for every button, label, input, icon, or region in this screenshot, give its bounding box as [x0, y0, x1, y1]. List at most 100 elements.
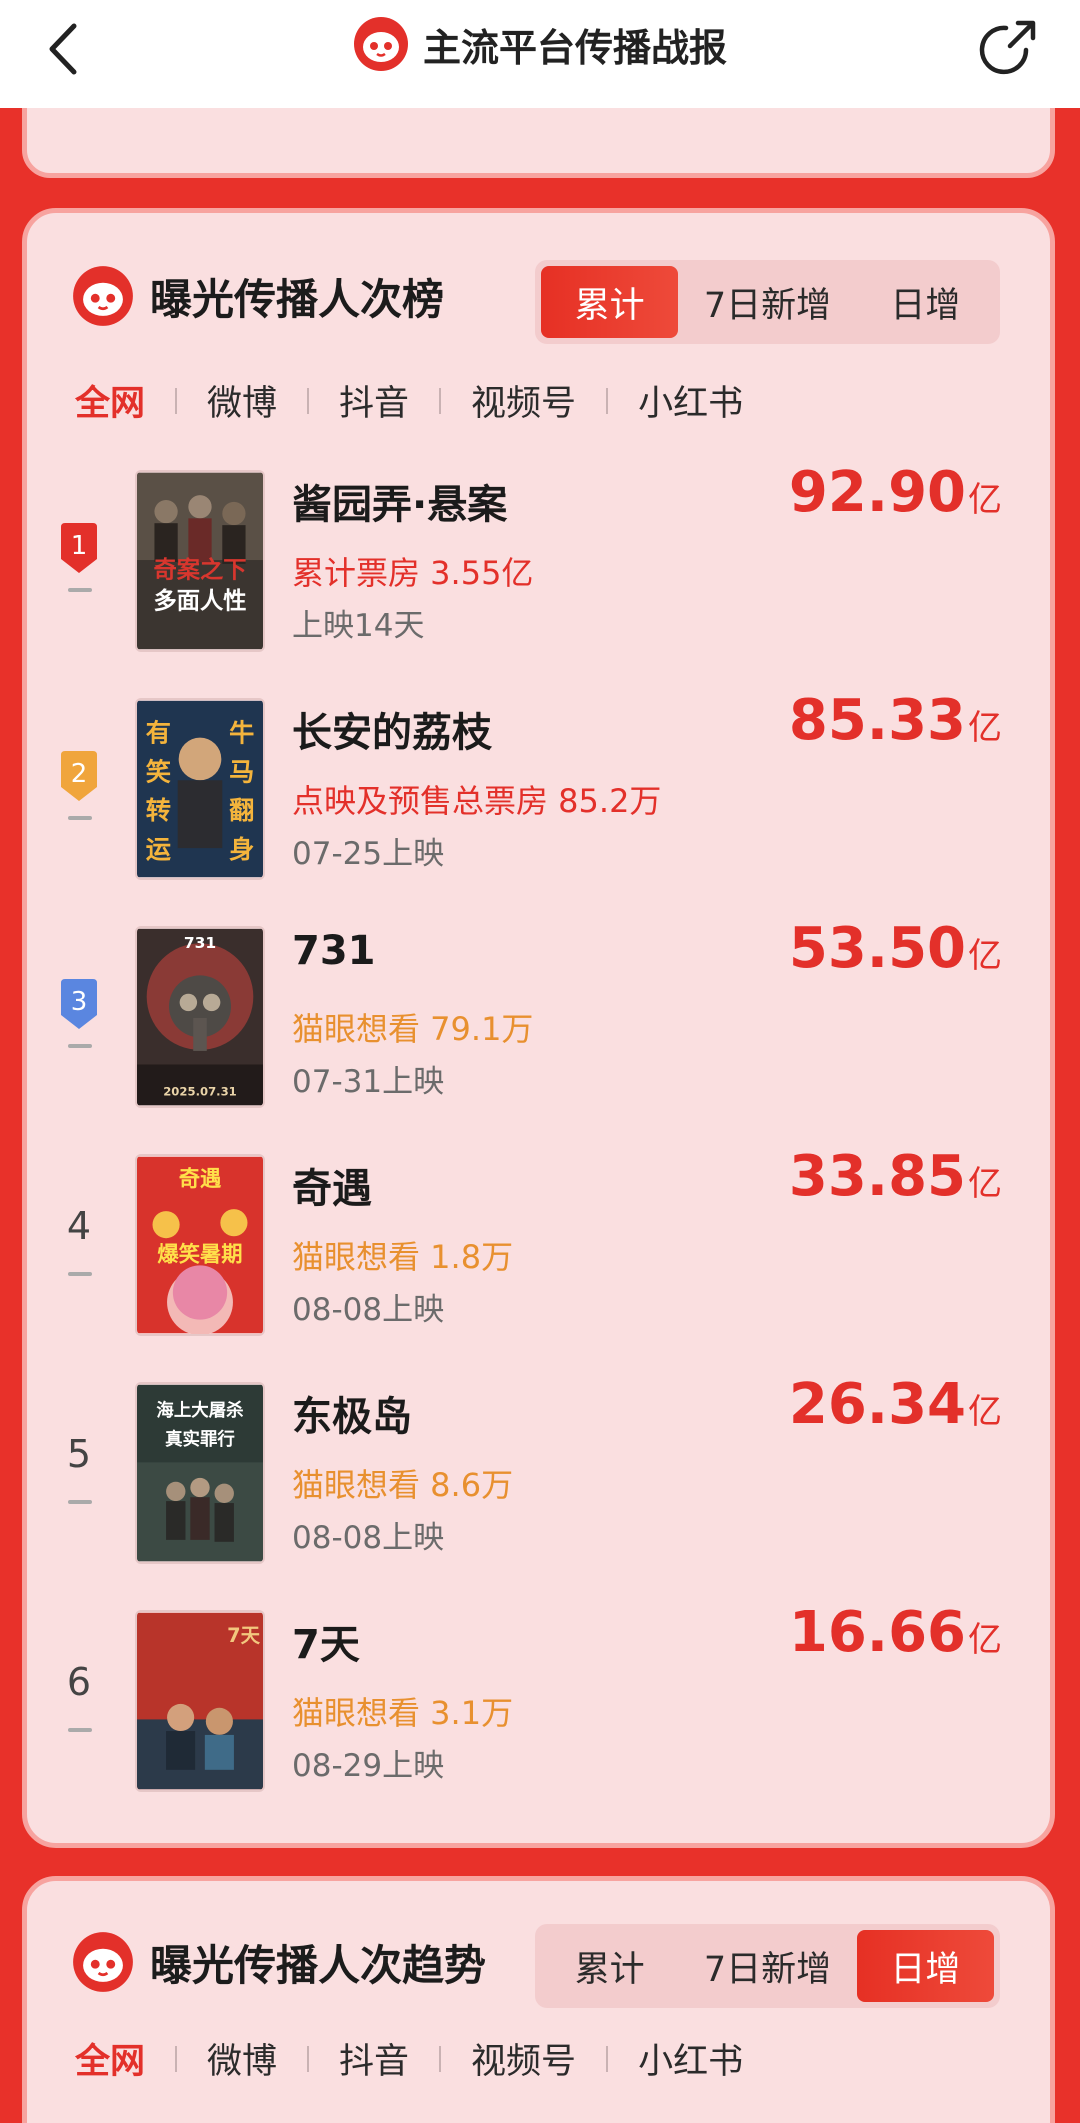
tab-weibo[interactable]: 微博	[207, 2033, 277, 2084]
divider	[439, 387, 442, 414]
rank-trend-dash	[68, 1272, 92, 1276]
ranking-row[interactable]: 5 海上大屠杀 真实罪行 东极岛 猫眼想看 8.6万 08-08上映 26.34…	[27, 1372, 1050, 1572]
exposure-number: 16.66	[788, 1600, 966, 1665]
movie-want-to-see: 猫眼想看 79.1万	[292, 1010, 534, 1048]
divider	[307, 387, 310, 414]
exposure-value: 26.34 亿	[789, 1372, 1002, 1437]
poster-text: 7天	[227, 1624, 260, 1647]
movie-release: 07-25上映	[292, 836, 445, 872]
movie-title: 奇遇	[292, 1166, 372, 1212]
movie-poster[interactable]: 奇案之下 多面人性	[135, 470, 265, 652]
tab-weibo[interactable]: 微博	[207, 375, 277, 426]
poster-text: 多面人性	[153, 587, 246, 614]
maoyan-logo-icon	[353, 17, 408, 71]
rank-trend-dash	[68, 1500, 92, 1504]
rank-number: 3	[71, 987, 88, 1017]
poster-text: 笑	[146, 757, 171, 786]
poster-text: 牛	[229, 719, 254, 748]
exposure-number: 85.33	[788, 688, 966, 753]
movie-release: 08-29上映	[292, 1748, 445, 1784]
segment-daily[interactable]: 日增	[857, 266, 994, 338]
exposure-value: 92.90 亿	[789, 460, 1002, 525]
tab-douyin[interactable]: 抖音	[339, 375, 409, 426]
rank-trend-dash	[68, 588, 92, 592]
divider	[439, 2045, 442, 2072]
poster-text: 奇遇	[179, 1167, 222, 1192]
tab-douyin[interactable]: 抖音	[339, 2033, 409, 2084]
exposure-unit: 亿	[968, 1392, 1002, 1432]
maoyan-logo-icon	[73, 1932, 133, 1992]
rank-trend-dash	[68, 1044, 92, 1048]
movie-want-to-see: 猫眼想看 3.1万	[292, 1694, 514, 1732]
trend-header: 曝光传播人次趋势	[72, 1931, 486, 1993]
rank-number: 1	[71, 531, 88, 561]
rank-trend-dash	[68, 1728, 92, 1732]
poster-text: 2025.07.31	[163, 1085, 237, 1099]
tab-all[interactable]: 全网	[75, 2033, 145, 2084]
movie-poster[interactable]: 731 2025.07.31	[135, 926, 265, 1108]
share-button[interactable]	[976, 14, 1042, 80]
divider	[175, 2045, 178, 2072]
movie-poster[interactable]: 7天	[135, 1610, 265, 1792]
movie-release: 08-08上映	[292, 1520, 445, 1556]
movie-poster[interactable]: 海上大屠杀 真实罪行	[135, 1382, 265, 1564]
movie-poster[interactable]: 有 笑 转 运 牛 马 翻 身	[135, 698, 265, 880]
divider	[606, 387, 609, 414]
poster-text: 马	[229, 757, 254, 786]
segment-daily[interactable]: 日增	[856, 1930, 994, 2002]
trend-card: 曝光传播人次趋势 累计 7日新增 日增 全网 微博 抖音 视频号 小红书	[22, 1876, 1055, 2123]
segment-7day[interactable]: 7日新增	[678, 1930, 856, 2002]
exposure-unit: 亿	[968, 936, 1002, 976]
tab-xiaohongshu[interactable]: 小红书	[638, 2033, 743, 2084]
exposure-unit: 亿	[968, 708, 1002, 748]
page-title: 主流平台传播战报	[422, 25, 727, 70]
exposure-value: 53.50 亿	[789, 916, 1002, 981]
movie-poster[interactable]: 奇遇 爆笑暑期	[135, 1154, 265, 1336]
movie-title: 东极岛	[292, 1394, 412, 1440]
exposure-value: 85.33 亿	[789, 688, 1002, 753]
poster-text: 有	[146, 719, 171, 748]
tab-all[interactable]: 全网	[75, 375, 145, 426]
poster-text: 奇案之下	[153, 556, 246, 583]
movie-title: 酱园弄·悬案	[292, 482, 508, 528]
ranking-row[interactable]: 6 7天 7天 猫眼想看 3.1万 08-29上映 16.66 亿	[27, 1600, 1050, 1800]
exposure-unit: 亿	[968, 1164, 1002, 1204]
ranking-row[interactable]: 4 奇遇 爆笑暑期 奇遇 猫眼想看 1.8万 08-08上映 33.85 亿	[27, 1144, 1050, 1344]
movie-title: 731	[292, 928, 376, 974]
poster-text: 731	[184, 934, 216, 952]
divider	[307, 2045, 310, 2072]
rank-number: 4	[66, 1204, 92, 1248]
movie-release: 07-31上映	[292, 1064, 445, 1100]
movie-title: 长安的荔枝	[292, 710, 492, 756]
rank-badge-silver-icon: 2	[61, 751, 97, 801]
movie-release: 08-08上映	[292, 1292, 445, 1328]
ranking-header: 曝光传播人次榜	[72, 265, 444, 327]
poster-text: 真实罪行	[165, 1429, 235, 1450]
ranking-row[interactable]: 2 有 笑 转 运 牛 马 翻 身 长安的荔枝 点映及预售总票房 85.2万 0…	[27, 688, 1050, 888]
segment-7day[interactable]: 7日新增	[678, 266, 856, 338]
exposure-number: 26.34	[788, 1372, 966, 1437]
movie-title: 7天	[292, 1622, 360, 1668]
ranking-row[interactable]: 3 731 2025.07.31 731 猫眼想看 79.1万 07-31上映 …	[27, 916, 1050, 1116]
maoyan-logo-icon	[73, 266, 133, 326]
rank-number: 6	[66, 1660, 92, 1704]
divider	[175, 387, 178, 414]
exposure-unit: 亿	[968, 1620, 1002, 1660]
tab-channels[interactable]: 视频号	[471, 375, 576, 426]
tab-xiaohongshu[interactable]: 小红书	[638, 375, 743, 426]
trend-period-toggle: 累计 7日新增 日增	[535, 1924, 1000, 2008]
segment-cumulative[interactable]: 累计	[541, 266, 679, 338]
rank-number: 5	[66, 1432, 92, 1476]
tab-channels[interactable]: 视频号	[471, 2033, 576, 2084]
movie-box-office: 累计票房 3.55亿	[292, 554, 534, 592]
header-title-group: 主流平台传播战报	[0, 12, 1080, 76]
poster-text: 海上大屠杀	[156, 1400, 243, 1421]
exposure-number: 33.85	[788, 1144, 966, 1209]
ranking-row[interactable]: 1 奇案之下 多面人性 酱园弄·悬案 累计票房 3.55亿 上映14天 92.9…	[27, 460, 1050, 660]
poster-text: 爆笑暑期	[157, 1241, 242, 1267]
poster-text: 身	[229, 835, 254, 864]
segment-cumulative[interactable]: 累计	[541, 1930, 678, 2002]
rank-badge-gold-icon: 1	[61, 523, 97, 573]
top-bar: 主流平台传播战报	[0, 0, 1080, 108]
exposure-number: 53.50	[788, 916, 966, 981]
